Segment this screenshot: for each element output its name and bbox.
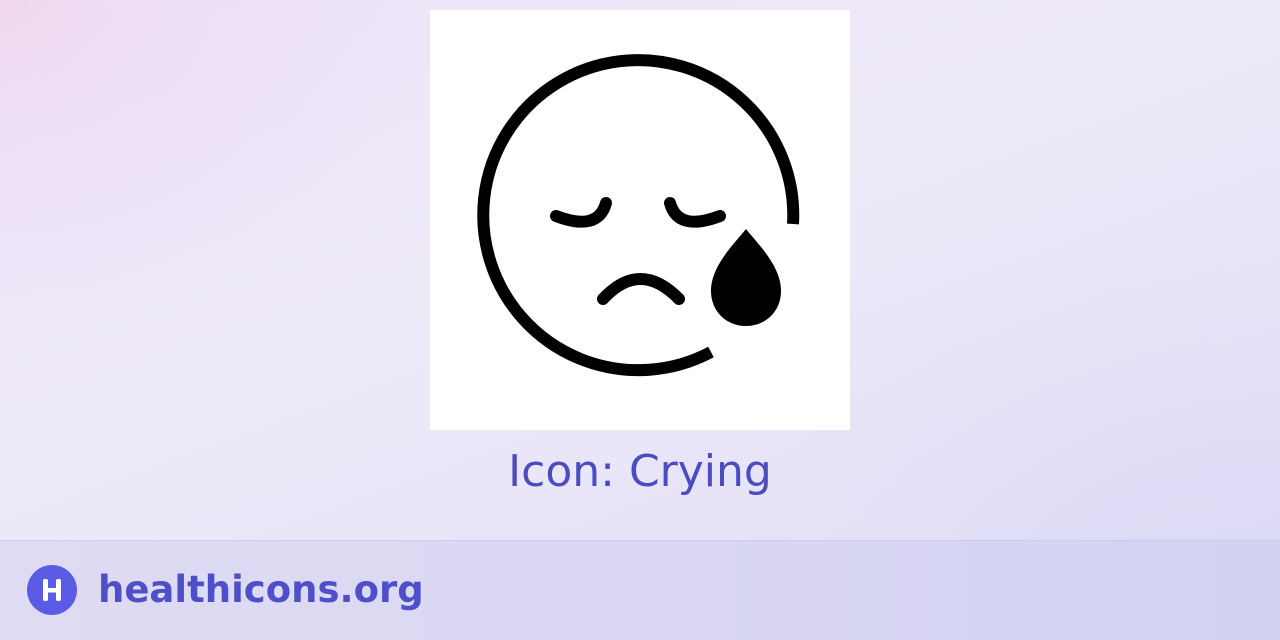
icon-title: Icon: Crying <box>508 446 772 497</box>
site-name-link[interactable]: healthicons.org <box>98 565 424 615</box>
icon-preview-card <box>430 10 850 430</box>
footer-bar: healthicons.org <box>0 540 1280 640</box>
healthicons-logo-icon[interactable] <box>27 565 77 615</box>
crying-face-icon <box>477 54 800 377</box>
